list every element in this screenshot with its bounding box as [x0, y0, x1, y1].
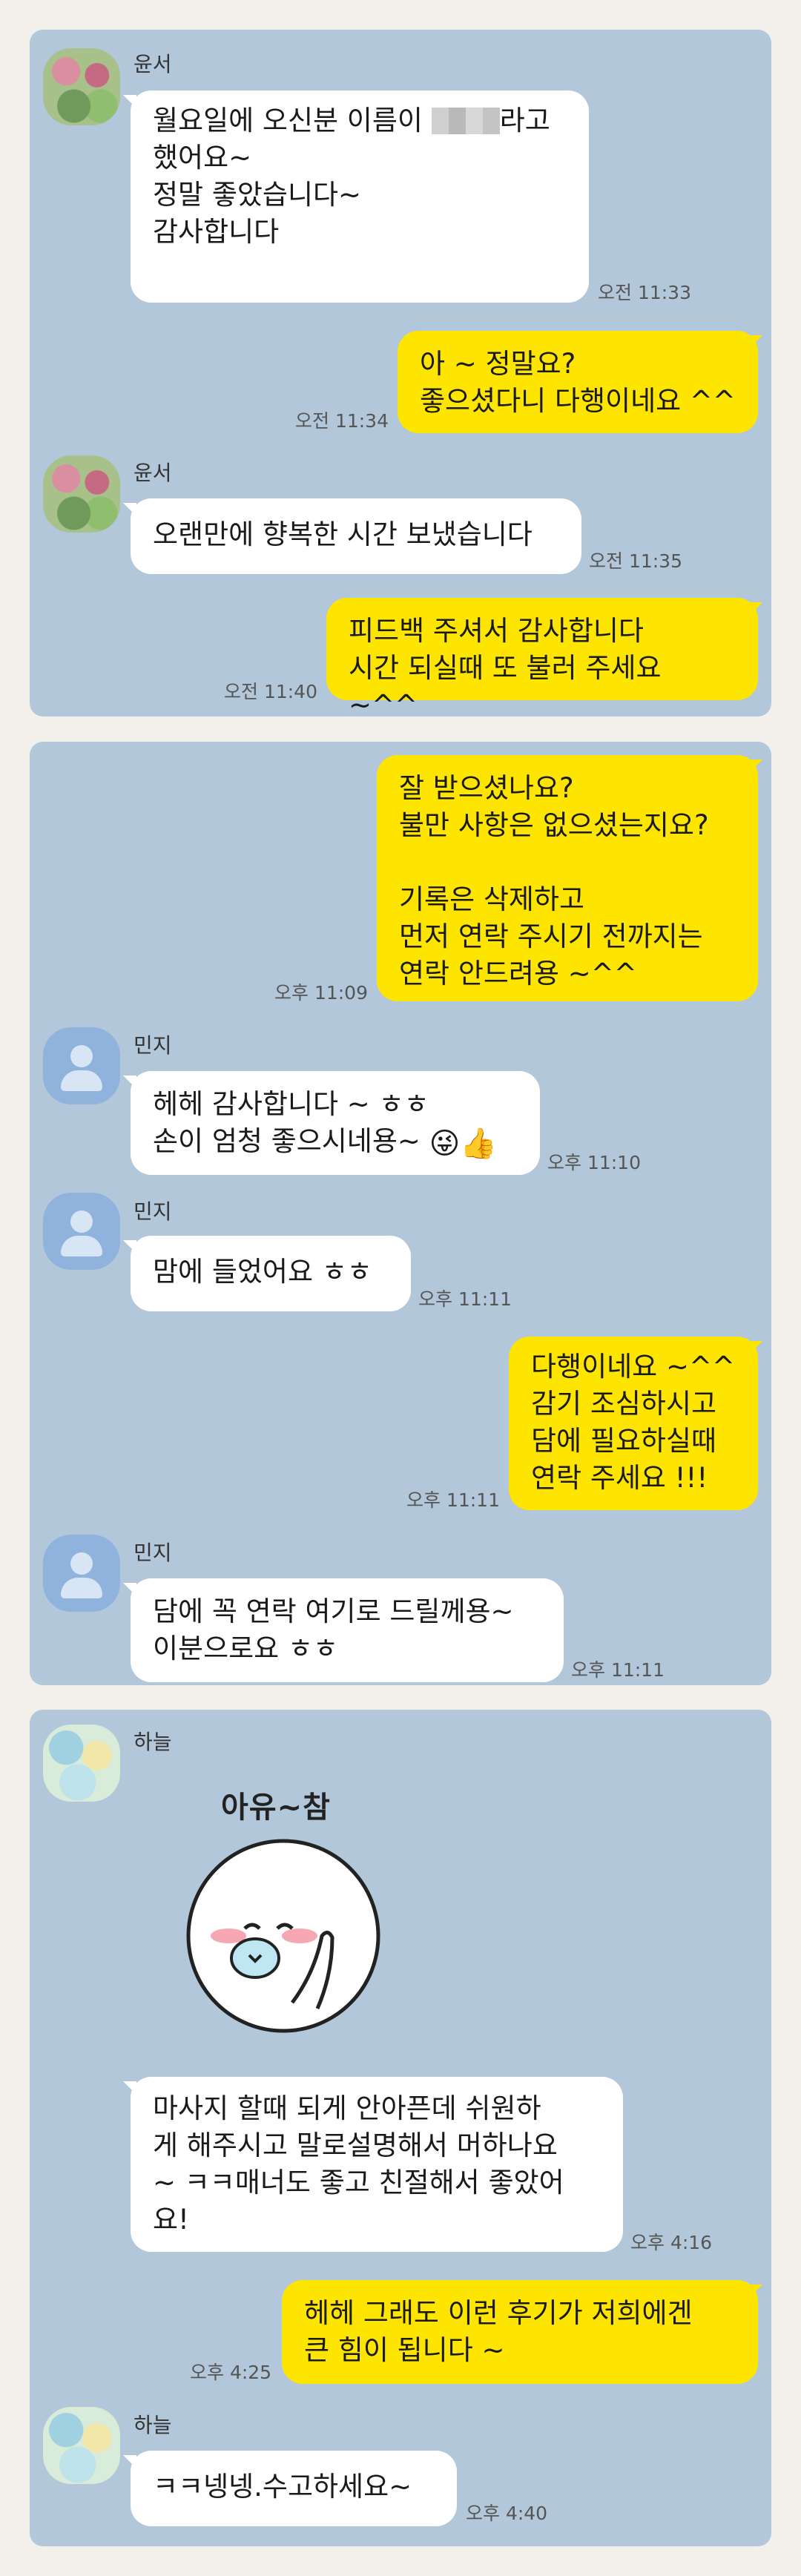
- message-bubble[interactable]: 오랜만에 향복한 시간 보냈습니다: [131, 498, 581, 574]
- wink-thumbs-up-emoji: 😜👍: [429, 1127, 498, 1161]
- message-time: 오전 11:34: [295, 410, 389, 432]
- default-avatar-icon-body: [61, 1236, 102, 1256]
- message-text: 헤헤 그래도 이런 후기가 저희에겐 큰 힘이 됩니다 ~: [304, 2297, 693, 2366]
- default-avatar-icon: [70, 1045, 93, 1067]
- message-time: 오전 11:40: [224, 681, 317, 702]
- message-time: 오후 11:10: [547, 1152, 641, 1173]
- message-text: 아 ~ 정말요? 좋으셨다니 다행이네요 ^^: [420, 348, 736, 417]
- avatar-minji[interactable]: [43, 1027, 120, 1104]
- redacted-name: [431, 108, 500, 134]
- default-avatar-icon: [70, 1210, 93, 1233]
- message-text: 잘 받으셨나요? 불만 사항은 없으셨는지요? 기록은 삭제하고 먼저 연락 주…: [399, 772, 709, 989]
- message-bubble[interactable]: 맘에 들었어요 ㅎㅎ: [131, 1236, 411, 1311]
- message-time: 오후 4:16: [630, 2232, 713, 2253]
- avatar-haneul[interactable]: [43, 1725, 120, 1802]
- message-bubble[interactable]: 다행이네요 ~^^ 감기 조심하시고 담에 필요하실때 연락 주세요 !!!: [509, 1337, 758, 1510]
- sender-name: 윤서: [134, 461, 172, 485]
- default-avatar-icon-body: [61, 1578, 102, 1598]
- message-time: 오후 4:25: [190, 2362, 272, 2383]
- message-time: 오후 11:11: [406, 1489, 500, 1511]
- message-text: 맘에 들었어요 ㅎㅎ: [153, 1256, 372, 1288]
- avatar-yunseo[interactable]: [43, 48, 120, 125]
- message-text: 헤헤 감사합니다 ~ ㅎㅎ 손이 엄청 좋으시네용~: [153, 1088, 429, 1157]
- message-text: 오랜만에 향복한 시간 보냈습니다: [153, 518, 533, 550]
- message-bubble[interactable]: 피드백 주셔서 감사합니다 시간 되실때 또 불러 주세요 ~^^: [326, 598, 758, 721]
- message-time: 오후 11:09: [274, 982, 368, 1004]
- message-time: 오전 11:35: [589, 550, 682, 572]
- message-text: ㅋㅋ넹넹.수고하세요~: [153, 2471, 412, 2503]
- sender-name: 민지: [134, 1541, 172, 1565]
- blushing-face-sticker-icon: [186, 1839, 380, 2033]
- message-bubble[interactable]: 담에 꼭 연락 여기로 드릴께용~ 이분으로요 ㅎㅎ: [131, 1578, 564, 1682]
- message-bubble[interactable]: 월요일에 오신분 이름이 라고 했어요~ 정말 좋았습니다~ 감사합니다: [131, 90, 589, 303]
- avatar-minji[interactable]: [43, 1535, 120, 1612]
- message-bubble[interactable]: 잘 받으셨나요? 불만 사항은 없으셨는지요? 기록은 삭제하고 먼저 연락 주…: [377, 755, 758, 1001]
- sender-name: 하늘: [134, 2413, 172, 2437]
- sender-name: 민지: [134, 1199, 172, 1224]
- sender-name: 민지: [134, 1033, 172, 1058]
- default-avatar-icon-body: [61, 1070, 102, 1091]
- sender-name: 윤서: [134, 52, 172, 76]
- default-avatar-icon: [70, 1552, 93, 1575]
- message-bubble[interactable]: ㅋㅋ넹넹.수고하세요~: [131, 2451, 457, 2526]
- message-bubble[interactable]: 헤헤 그래도 이런 후기가 저희에겐 큰 힘이 됩니다 ~: [282, 2280, 758, 2384]
- message-bubble[interactable]: 아 ~ 정말요? 좋으셨다니 다행이네요 ^^: [398, 331, 758, 433]
- message-time: 오전 11:33: [598, 282, 691, 303]
- message-time: 오후 4:40: [466, 2503, 548, 2524]
- message-text-part: 월요일에 오신분 이름이: [153, 105, 432, 136]
- sender-name: 하늘: [134, 1730, 172, 1754]
- message-time: 오후 11:11: [571, 1659, 665, 1681]
- message-text: 마사지 할때 되게 안아픈데 쉬원하 게 해주시고 말로설명해서 머하나요 ~ …: [153, 2092, 564, 2236]
- message-time: 오후 11:11: [418, 1288, 512, 1310]
- avatar-minji[interactable]: [43, 1193, 120, 1270]
- message-bubble[interactable]: 헤헤 감사합니다 ~ ㅎㅎ 손이 엄청 좋으시네용~ 😜👍: [131, 1071, 540, 1175]
- message-bubble[interactable]: 마사지 할때 되게 안아픈데 쉬원하 게 해주시고 말로설명해서 머하나요 ~ …: [131, 2077, 623, 2252]
- avatar-yunseo[interactable]: [43, 455, 120, 533]
- message-text: 담에 꼭 연락 여기로 드릴께용~ 이분으로요 ㅎㅎ: [153, 1595, 514, 1664]
- sticker[interactable]: 아유~참: [181, 1780, 389, 2055]
- avatar-haneul[interactable]: [43, 2407, 120, 2484]
- message-text: 다행이네요 ~^^ 감기 조심하시고 담에 필요하실때 연락 주세요 !!!: [531, 1351, 735, 1494]
